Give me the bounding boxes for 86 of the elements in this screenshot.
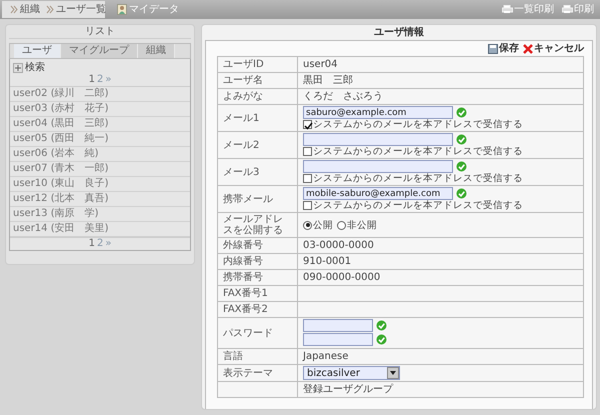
user-list-item[interactable]: user12 (北本 真吾)	[10, 192, 190, 207]
person-icon	[117, 4, 127, 15]
checkbox-label: システムからのメールを本アドレスで受信する	[313, 173, 523, 184]
field-value: user04	[303, 59, 338, 70]
printer-icon	[562, 5, 573, 14]
user-list-item[interactable]: user04 (黒田 三郎)	[10, 117, 190, 132]
radio-button[interactable]	[303, 220, 312, 230]
field-label: 携帯メール	[223, 194, 273, 204]
field-label: FAX番号2	[223, 304, 268, 315]
next-page-link[interactable]: »	[105, 238, 112, 249]
breadcrumb-link[interactable]: 組織	[10, 4, 40, 16]
field-label: ユーザID	[223, 59, 264, 70]
next-page-link[interactable]: »	[105, 74, 112, 85]
breadcrumb-link[interactable]: ユーザ一覧	[46, 4, 106, 16]
check-icon	[456, 107, 467, 118]
plus-icon[interactable]	[13, 63, 23, 73]
double-chevron-icon	[10, 5, 18, 14]
checkbox-label: システムからのメールを本アドレスで受信する	[313, 200, 523, 211]
email-field[interactable]	[303, 160, 453, 173]
field-label: メールアドレスを公開する	[223, 214, 283, 236]
field-label: 表示テーマ	[223, 368, 273, 378]
field-label: よみがな	[223, 91, 263, 102]
user-list-item[interactable]: user10 (東山 良子)	[10, 177, 190, 192]
user-list-item[interactable]: user06 (岩本 純)	[10, 147, 190, 162]
panel-title: リスト	[9, 25, 191, 39]
field-label: 内線番号	[223, 256, 263, 267]
check-icon	[376, 334, 387, 345]
current-page: 1	[88, 74, 95, 85]
list-tab[interactable]: ユーザ	[14, 44, 61, 58]
radio-label: 非公開	[347, 220, 377, 230]
email-field[interactable]: mobile-saburo@example.com	[303, 187, 453, 200]
password-field[interactable]	[303, 319, 373, 332]
checkbox-label: システムからのメールを本アドレスで受信する	[313, 146, 523, 157]
checkbox[interactable]	[303, 120, 312, 129]
checkbox[interactable]	[303, 201, 312, 210]
save-icon	[488, 44, 498, 54]
field-label: メール2	[223, 140, 260, 150]
field-value: Japanese	[303, 351, 348, 362]
user-list-item[interactable]: user14 (安田 美里)	[10, 222, 190, 237]
field-label: FAX番号1	[223, 288, 268, 299]
current-page: 1	[88, 238, 95, 249]
save-button[interactable]: 保存	[488, 42, 519, 54]
my-data-tab[interactable]: マイデータ	[117, 4, 179, 16]
caret-icon	[389, 370, 397, 376]
email-field[interactable]	[303, 133, 453, 146]
field-value: 090-0000-0000	[303, 272, 380, 283]
user-list-item[interactable]: user13 (南原 学)	[10, 207, 190, 222]
page-link[interactable]: 2	[96, 74, 104, 85]
user-list-item[interactable]: user02 (緑川 二郎)	[10, 87, 190, 102]
radio-label: 公開	[313, 220, 333, 230]
field-label: パスワード	[223, 328, 273, 338]
field-value: くろだ さぶろう	[303, 91, 383, 102]
field-value: 登録ユーザグループ	[303, 384, 393, 395]
check-icon	[456, 188, 467, 199]
user-list-item[interactable]: user03 (赤村 花子)	[10, 102, 190, 117]
printer-icon	[502, 5, 513, 14]
field-value: 03-0000-0000	[303, 240, 374, 251]
user-list-item[interactable]: user07 (青木 一郎)	[10, 162, 190, 177]
search-link[interactable]: 検索	[25, 62, 45, 74]
user-list-item[interactable]: user05 (西田 純一)	[10, 132, 190, 147]
page-link[interactable]: 2	[96, 238, 104, 249]
checkbox-label: システムからのメールを本アドレスで受信する	[313, 119, 523, 130]
print-link[interactable]: 一覧印刷	[502, 4, 554, 16]
theme-dropdown[interactable]: bizcasilver	[303, 366, 400, 380]
print-link[interactable]: 印刷	[562, 4, 594, 16]
cancel-button[interactable]: キャンセル	[523, 42, 584, 54]
field-label: ユーザ名	[223, 75, 263, 86]
field-value: 910-0001	[303, 256, 352, 267]
email-field[interactable]: saburo@example.com	[303, 106, 453, 119]
list-tab[interactable]: マイグループ	[61, 44, 138, 58]
radio-button[interactable]	[337, 220, 346, 230]
checkbox[interactable]	[303, 147, 312, 156]
password-field[interactable]	[303, 333, 373, 346]
check-icon	[456, 161, 467, 172]
field-label: メール1	[223, 112, 260, 124]
check-icon	[376, 320, 387, 331]
check-icon	[456, 134, 467, 145]
field-label: 言語	[223, 351, 243, 362]
field-value: 黒田 三郎	[303, 75, 353, 86]
field-label: 外線番号	[223, 240, 263, 251]
double-chevron-icon	[46, 5, 54, 14]
field-label: メール3	[223, 166, 260, 178]
field-label: 携帯番号	[223, 272, 263, 283]
checkbox[interactable]	[303, 174, 312, 183]
list-tab[interactable]: 組織	[138, 44, 175, 58]
close-icon	[523, 44, 533, 54]
